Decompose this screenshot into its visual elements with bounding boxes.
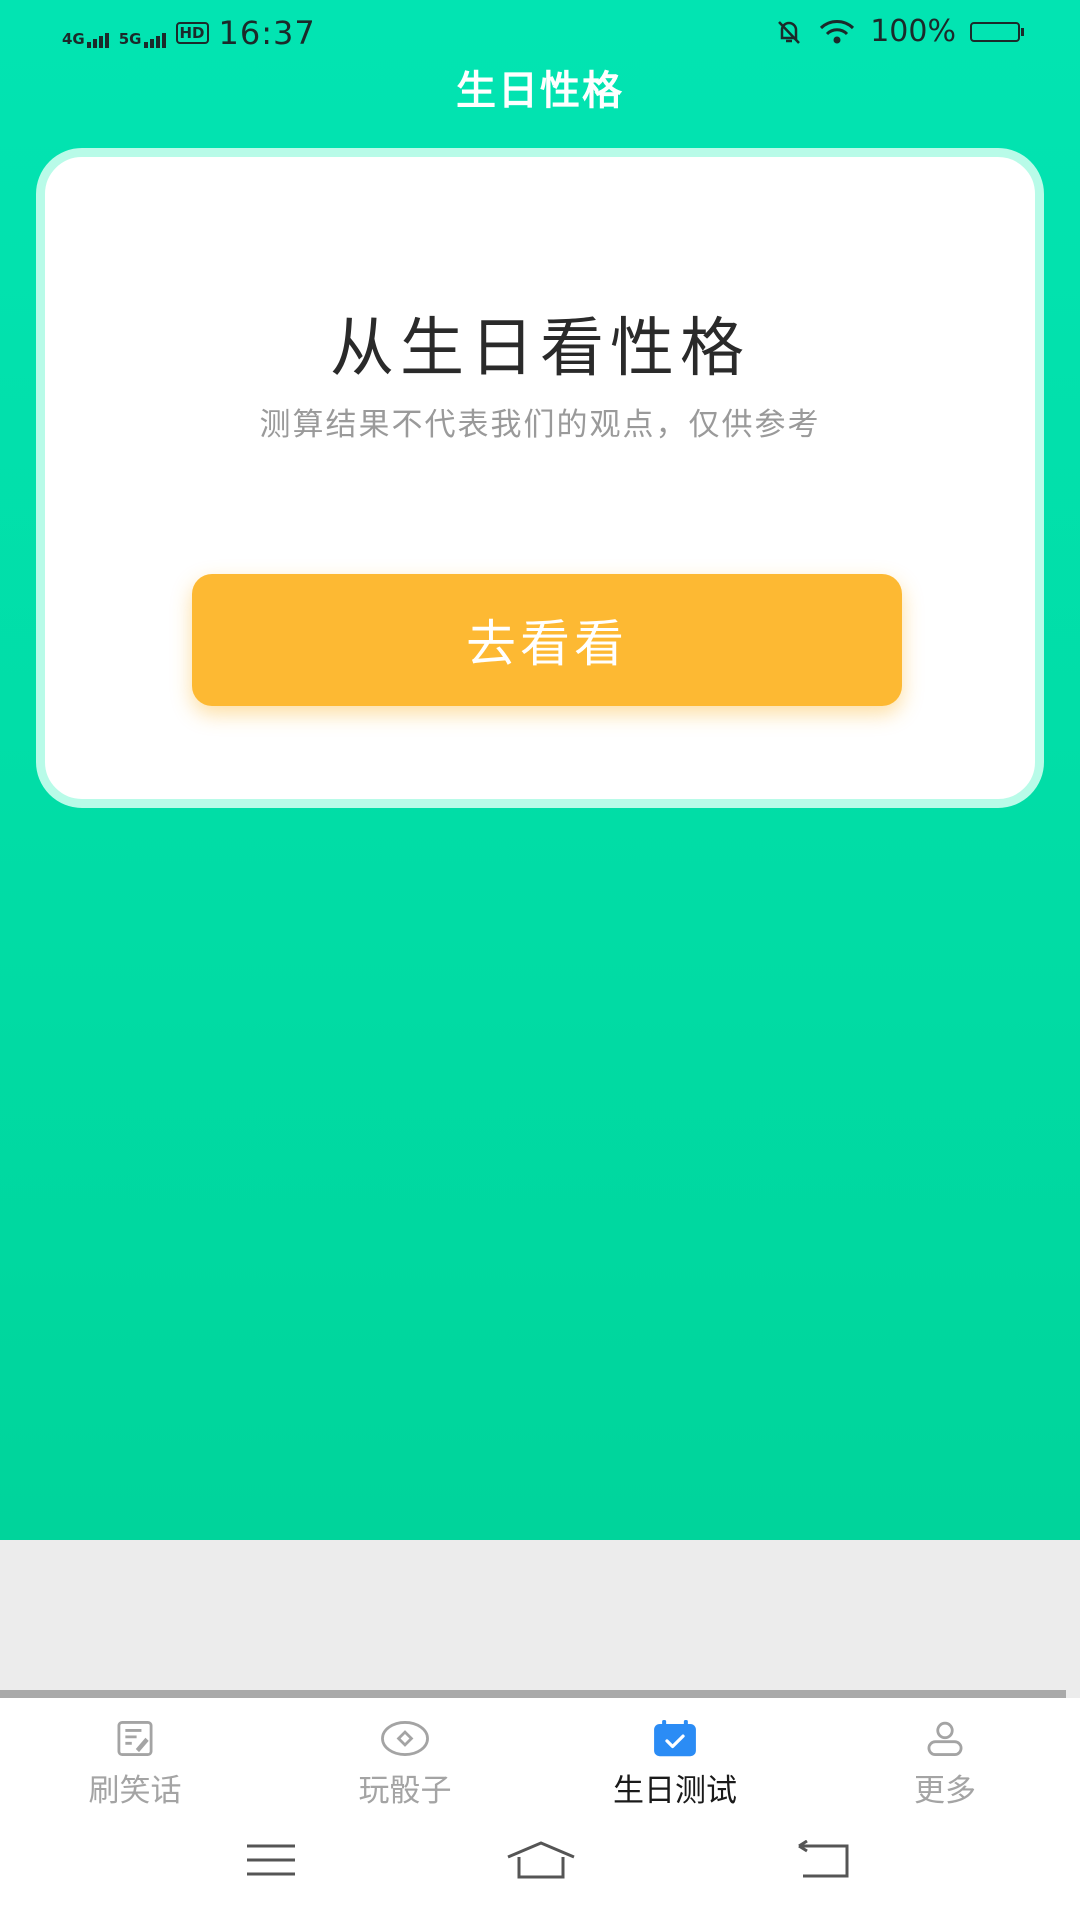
tab-birthday-test[interactable]: 生日测试 (540, 1698, 810, 1810)
screen: 4G 5G HD 16:37 100% 生日性格 从生日看性格 测算结果不代表我… (0, 0, 1080, 1920)
signal-5g-label: 5G (118, 30, 142, 48)
signal-bars-icon (86, 33, 109, 48)
battery-percent: 100% (870, 14, 956, 49)
status-left: 4G 5G HD 16:37 (62, 14, 316, 52)
status-time: 16:37 (218, 14, 316, 52)
signal-bars-icon (143, 33, 166, 48)
edit-note-icon (117, 1721, 153, 1756)
battery-icon (970, 21, 1024, 42)
system-nav-bar (0, 1810, 1080, 1920)
user-icon (927, 1721, 963, 1756)
wifi-icon (820, 19, 855, 43)
tab-more-label: 更多 (914, 1773, 976, 1809)
menu-icon[interactable] (245, 1840, 297, 1880)
status-bar: 4G 5G HD 16:37 100% (0, 0, 1080, 66)
tab-more[interactable]: 更多 (810, 1698, 1080, 1810)
go-see-button[interactable]: 去看看 (192, 574, 902, 706)
mute-bell-icon (778, 20, 801, 44)
card-title: 从生日看性格 (330, 312, 750, 386)
tab-dice[interactable]: 玩骰子 (270, 1698, 540, 1810)
signal-4g: 4G (62, 18, 109, 48)
dice-icon (381, 1721, 429, 1756)
tab-jokes-label: 刷笑话 (88, 1773, 182, 1809)
tabbar-divider (0, 1690, 1066, 1698)
signal-4g-label: 4G (62, 30, 85, 48)
intro-card: 从生日看性格 测算结果不代表我们的观点，仅供参考 去看看 (36, 148, 1044, 808)
page-title: 生日性格 (456, 68, 624, 114)
home-icon[interactable] (505, 1840, 577, 1880)
hd-voice-icon: HD (175, 22, 209, 44)
calendar-check-icon (654, 1720, 696, 1757)
bottom-tab-bar: 刷笑话 玩骰子 生日测试 更多 (0, 1698, 1080, 1810)
status-right: 100% (774, 14, 1024, 49)
tab-jokes[interactable]: 刷笑话 (0, 1698, 270, 1810)
tab-birthday-test-label: 生日测试 (613, 1773, 737, 1809)
card-subtitle: 测算结果不代表我们的观点，仅供参考 (259, 407, 821, 443)
signal-5g: 5G (119, 18, 166, 48)
tab-dice-label: 玩骰子 (358, 1773, 452, 1809)
back-icon[interactable] (795, 1840, 851, 1880)
